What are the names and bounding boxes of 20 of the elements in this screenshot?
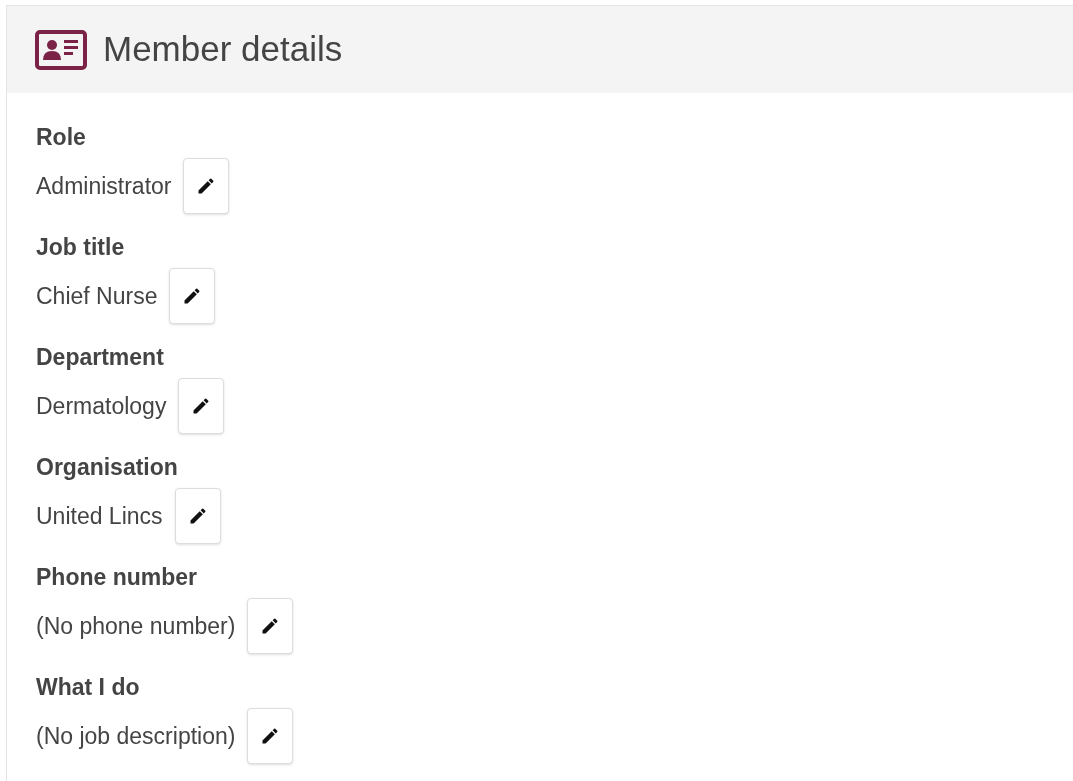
field-value: Dermatology — [36, 391, 167, 421]
field-label: What I do — [36, 673, 141, 702]
field-label: Job title — [36, 233, 126, 262]
edit-button[interactable] — [247, 598, 294, 654]
field-value: (No job description) — [36, 721, 236, 751]
field-label: Role — [36, 123, 87, 152]
field-label: Organisation — [36, 453, 179, 482]
edit-button[interactable] — [247, 708, 294, 764]
field-label: Phone number — [36, 563, 198, 592]
id-card-icon — [35, 29, 87, 70]
field-value: (No phone number) — [36, 611, 236, 641]
field-value: United Lincs — [36, 501, 163, 531]
field-value: Administrator — [36, 171, 172, 201]
field-label: Department — [36, 343, 165, 372]
edit-button[interactable] — [183, 158, 230, 214]
edit-button[interactable] — [178, 378, 225, 434]
panel-title: Member details — [103, 28, 343, 71]
edit-button[interactable] — [174, 488, 221, 544]
edit-button[interactable] — [169, 268, 216, 324]
field-value: Chief Nurse — [36, 281, 158, 311]
